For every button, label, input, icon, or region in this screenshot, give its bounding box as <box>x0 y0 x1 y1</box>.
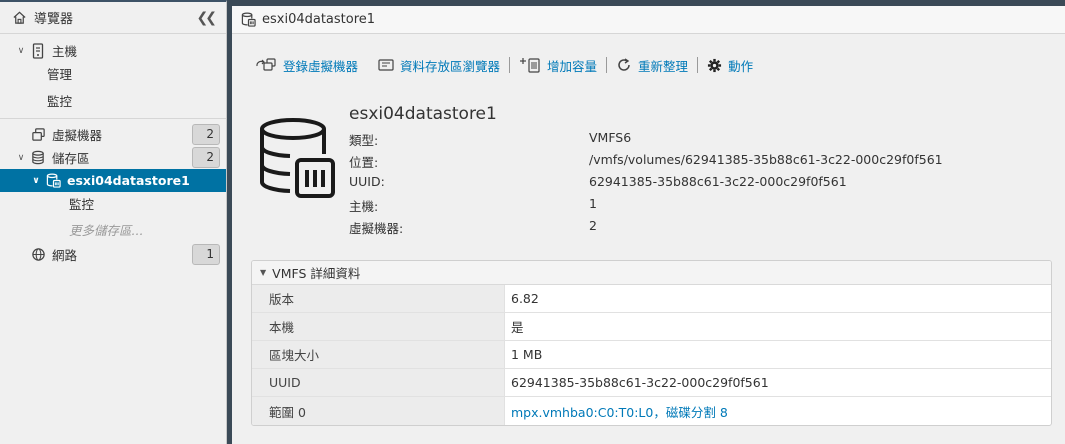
row-key: 版本 <box>252 285 505 312</box>
info-label-type: 類型: <box>349 133 379 148</box>
refresh-icon <box>616 57 632 73</box>
increase-capacity-icon <box>519 57 541 73</box>
nav-item-label: 主機 <box>52 44 78 59</box>
info-value-type: VMFS6 <box>589 130 632 145</box>
increase-capacity-label: 增加容量 <box>547 58 598 74</box>
server-icon <box>30 42 46 59</box>
nav-item-datastore-selected[interactable]: ∨ esxi04datastore1 <box>0 169 226 192</box>
nav-item-manage[interactable]: 管理 <box>0 62 226 85</box>
nav-item-datastore-monitor[interactable]: 監控 <box>0 192 226 215</box>
table-row: 本機 是 <box>252 313 1051 341</box>
info-label-location: 位置: <box>349 155 379 170</box>
register-vm-icon <box>255 57 277 73</box>
gear-icon <box>707 58 722 73</box>
navigator-panel: 導覽器 ❮❮ ∨ 主機 管理 監控 虛擬機器 2 ∨ 儲存區 2 ∨ esxi0… <box>0 0 227 444</box>
table-row: 區塊大小 1 MB <box>252 341 1051 369</box>
datastore-large-icon <box>260 118 336 203</box>
datastore-name: esxi04datastore1 <box>349 104 497 124</box>
nav-item-storage[interactable]: ∨ 儲存區 2 <box>0 146 226 169</box>
nav-item-networking[interactable]: 網路 1 <box>0 243 226 266</box>
nav-item-label: 儲存區 <box>52 151 90 166</box>
increase-capacity-button[interactable]: 增加容量 <box>519 56 597 75</box>
refresh-button[interactable]: 重新整理 <box>616 56 688 75</box>
toolbar-separator <box>697 57 699 73</box>
storage-icon <box>30 150 46 166</box>
nav-divider <box>0 118 226 119</box>
datastore-browser-label: 資料存放區瀏覽器 <box>400 58 501 74</box>
register-vm-label: 登錄虛擬機器 <box>283 58 359 74</box>
nav-item-label: 監控 <box>47 94 73 109</box>
row-value: 1 MB <box>511 347 543 362</box>
row-key: 區塊大小 <box>252 341 505 368</box>
info-label-uuid: UUID: <box>349 174 385 189</box>
info-label-hosts: 主機: <box>349 199 379 214</box>
nav-item-label: 監控 <box>69 197 95 212</box>
datastore-icon <box>241 12 256 27</box>
row-key: 本機 <box>252 313 505 340</box>
nav-item-label: 虛擬機器 <box>52 128 103 143</box>
row-key: 範圍 0 <box>252 397 505 425</box>
nav-item-more-storage[interactable]: 更多儲存區... <box>0 218 226 241</box>
info-value-location: /vmfs/volumes/62941385-35b88c61-3c22-000… <box>589 152 943 167</box>
collapse-triangle-icon[interactable]: ▼ <box>260 268 266 277</box>
nav-item-virtual-machines[interactable]: 虛擬機器 2 <box>0 123 226 146</box>
vmfs-details-header[interactable]: ▼ VMFS 詳細資料 <box>252 261 1051 285</box>
extent-link[interactable]: mpx.vmhba0:C0:T0:L0，磁碟分割 8 <box>505 402 728 421</box>
chevron-down-icon[interactable]: ∨ <box>15 46 27 56</box>
refresh-label: 重新整理 <box>638 58 689 74</box>
collapse-sidebar-icon[interactable]: ❮❮ <box>197 10 218 26</box>
datastore-browser-button[interactable]: 資料存放區瀏覽器 <box>378 56 500 75</box>
table-row: UUID 62941385-35b88c61-3c22-000c29f0f561 <box>252 369 1051 397</box>
table-row: 版本 6.82 <box>252 285 1051 313</box>
folder-browser-icon <box>378 58 394 72</box>
nav-item-label: esxi04datastore1 <box>67 173 190 188</box>
info-value-uuid: 62941385-35b88c61-3c22-000c29f0f561 <box>589 174 847 189</box>
navigator-header: 導覽器 <box>0 2 226 34</box>
navigator-title: 導覽器 <box>34 12 74 27</box>
count-badge: 2 <box>192 124 220 145</box>
row-value: 6.82 <box>511 291 539 306</box>
home-icon <box>12 10 28 26</box>
info-value-vms: 2 <box>589 218 597 233</box>
register-vm-button[interactable]: 登錄虛擬機器 <box>255 56 358 75</box>
panel-title-bar: esxi04datastore1 <box>232 6 1065 34</box>
table-row: 範圍 0 mpx.vmhba0:C0:T0:L0，磁碟分割 8 <box>252 397 1051 425</box>
nav-item-host[interactable]: ∨ 主機 <box>0 39 226 62</box>
actions-button[interactable]: 動作 <box>707 56 753 75</box>
panel-title: esxi04datastore1 <box>262 12 376 27</box>
chevron-down-icon[interactable]: ∨ <box>15 153 27 163</box>
toolbar: 登錄虛擬機器 資料存放區瀏覽器 增加容量 重新整理 動作 <box>255 54 753 76</box>
main-panel: esxi04datastore1 登錄虛擬機器 資料存放區瀏覽器 增加容量 重新… <box>232 6 1065 444</box>
actions-label: 動作 <box>728 58 754 74</box>
vmfs-details-title: VMFS 詳細資料 <box>272 266 361 281</box>
nav-item-label: 更多儲存區... <box>69 223 144 238</box>
info-value-hosts: 1 <box>589 196 597 211</box>
nav-item-host-monitor[interactable]: 監控 <box>0 89 226 112</box>
nav-item-label: 管理 <box>47 67 73 82</box>
count-badge: 1 <box>192 244 220 265</box>
chevron-down-icon[interactable]: ∨ <box>30 176 42 186</box>
vm-icon <box>30 127 46 143</box>
datastore-icon <box>45 173 61 189</box>
count-badge: 2 <box>192 147 220 168</box>
row-value: 62941385-35b88c61-3c22-000c29f0f561 <box>511 375 769 390</box>
toolbar-separator <box>606 57 608 73</box>
network-icon <box>30 247 46 263</box>
info-label-vms: 虛擬機器: <box>349 221 404 236</box>
row-value: 是 <box>511 320 524 335</box>
vmfs-details-card: ▼ VMFS 詳細資料 版本 6.82 本機 是 區塊大小 1 MB UUID … <box>251 260 1052 426</box>
toolbar-separator <box>509 57 511 73</box>
row-key: UUID <box>252 369 505 396</box>
nav-item-label: 網路 <box>52 248 78 263</box>
